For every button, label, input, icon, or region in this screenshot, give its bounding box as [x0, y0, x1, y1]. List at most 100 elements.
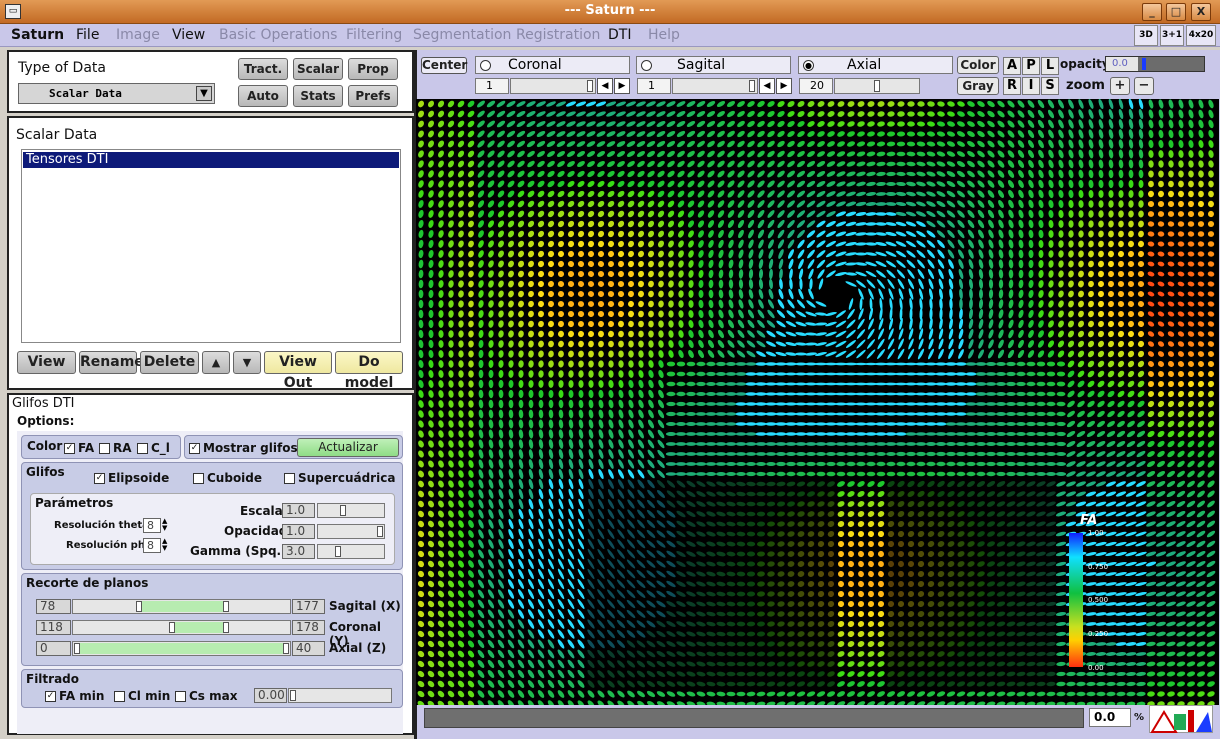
ra-checkbox[interactable]: RA	[99, 441, 132, 455]
escala-field[interactable]: 1.0	[282, 503, 315, 518]
sagital-min-field[interactable]: 78	[36, 599, 71, 614]
menu-help[interactable]: Help	[648, 27, 680, 43]
coronal-range-slider[interactable]	[72, 620, 291, 635]
center-button[interactable]: Center	[421, 57, 467, 74]
axial-max-field[interactable]: 40	[292, 641, 325, 656]
view-4x20-button[interactable]: 4x20	[1186, 25, 1216, 46]
color-button[interactable]: Color	[957, 56, 999, 74]
sagital-range-slider[interactable]	[72, 599, 291, 614]
axial-range-slider[interactable]	[72, 641, 291, 656]
coronal-min-field[interactable]: 118	[36, 620, 71, 635]
slider-thumb[interactable]	[377, 526, 383, 537]
axial-min-field[interactable]: 0	[36, 641, 71, 656]
filtrado-value-field[interactable]: 0.00	[254, 688, 287, 703]
delete-button[interactable]: Delete	[140, 351, 199, 374]
supercuadrica-checkbox[interactable]: Supercuádrica	[284, 471, 395, 485]
chevron-down-icon[interactable]: ▼	[196, 86, 212, 101]
slider-thumb[interactable]	[749, 80, 755, 92]
zoom-out-button[interactable]: −	[1134, 77, 1154, 95]
sagital-slice-field[interactable]: 1	[637, 78, 671, 94]
menu-segmentation[interactable]: Segmentation	[413, 27, 511, 43]
menu-file[interactable]: File	[76, 27, 99, 43]
superior-button[interactable]: S	[1041, 77, 1059, 95]
cs-max-checkbox[interactable]: Cs max	[175, 689, 237, 703]
fa-checkbox[interactable]: ✓ FA	[64, 441, 94, 455]
right-button[interactable]: R	[1003, 77, 1021, 95]
menu-saturn[interactable]: Saturn	[11, 27, 64, 43]
axial-slice-slider[interactable]	[834, 78, 920, 94]
fa-min-checkbox[interactable]: ✓ FA min	[45, 689, 104, 703]
coronal-next-icon[interactable]: ▶	[614, 78, 630, 94]
scalar-data-list[interactable]: Tensores DTI	[21, 149, 401, 343]
inferior-button[interactable]: I	[1022, 77, 1040, 95]
move-up-button[interactable]: ▲	[202, 351, 230, 374]
coronal-radio[interactable]: Coronal	[475, 56, 630, 74]
actualizar-button[interactable]: Actualizar	[297, 438, 399, 457]
menu-image[interactable]: Image	[116, 27, 160, 43]
zoom-in-button[interactable]: +	[1110, 77, 1130, 95]
cl-min-checkbox[interactable]: Cl min	[114, 689, 170, 703]
slider-thumb[interactable]	[169, 622, 175, 633]
slider-thumb[interactable]	[874, 80, 880, 92]
slider-thumb[interactable]	[1142, 58, 1146, 70]
menu-dti[interactable]: DTI	[608, 27, 631, 43]
escala-slider[interactable]	[317, 503, 385, 518]
slider-thumb[interactable]	[223, 622, 229, 633]
opacidad-field[interactable]: 1.0	[282, 524, 315, 539]
rename-button[interactable]: Rename	[79, 351, 144, 374]
posterior-button[interactable]: P	[1022, 57, 1040, 75]
axial-slice-field[interactable]: 20	[799, 78, 833, 94]
slider-thumb[interactable]	[136, 601, 142, 612]
gamma-slider[interactable]	[317, 544, 385, 559]
slider-thumb[interactable]	[335, 546, 341, 557]
move-down-button[interactable]: ▼	[233, 351, 261, 374]
gamma-field[interactable]: 3.0	[282, 544, 315, 559]
close-button[interactable]: X	[1191, 3, 1211, 21]
view-out-button[interactable]: View Out	[264, 351, 332, 391]
menu-filtering[interactable]: Filtering	[346, 27, 402, 43]
slider-thumb[interactable]	[290, 690, 296, 701]
left-button[interactable]: L	[1041, 57, 1059, 75]
coronal-max-field[interactable]: 178	[292, 620, 325, 635]
auto-button[interactable]: Auto	[238, 85, 288, 107]
slider-thumb[interactable]	[340, 505, 346, 516]
opacidad-slider[interactable]	[317, 524, 385, 539]
list-item[interactable]: Tensores DTI	[23, 152, 399, 168]
minimize-button[interactable]: _	[1142, 3, 1162, 21]
res-theta-spinner[interactable]: ▲ ▼	[162, 518, 172, 533]
type-of-data-select[interactable]: Scalar Data ▼	[18, 83, 215, 104]
res-phi-field[interactable]: 8	[143, 538, 161, 553]
maximize-button[interactable]: □	[1166, 3, 1186, 21]
dti-glyph-viewport[interactable]	[416, 99, 1219, 705]
sagital-slice-slider[interactable]	[672, 78, 758, 94]
view-3plus1-button[interactable]: 3+1	[1160, 25, 1184, 46]
sagital-prev-icon[interactable]: ◀	[759, 78, 775, 94]
scalar-button[interactable]: Scalar	[293, 58, 343, 80]
do-model-button[interactable]: Do model	[335, 351, 403, 391]
sagital-max-field[interactable]: 177	[292, 599, 325, 614]
tract-button[interactable]: Tract.	[238, 58, 288, 80]
coronal-slice-slider[interactable]	[510, 78, 596, 94]
filtrado-slider[interactable]	[288, 688, 392, 703]
slider-thumb[interactable]	[283, 643, 289, 654]
opacity-slider[interactable]: 0.0	[1105, 56, 1205, 72]
res-theta-field[interactable]: 8	[143, 518, 161, 533]
view-3d-button[interactable]: 3D	[1134, 25, 1158, 46]
coronal-prev-icon[interactable]: ◀	[597, 78, 613, 94]
cuboide-checkbox[interactable]: Cuboide	[193, 471, 262, 485]
mostrar-glifos-checkbox[interactable]: ✓ Mostrar glifos	[189, 441, 298, 455]
menu-basic-operations[interactable]: Basic Operations	[219, 27, 337, 43]
anterior-button[interactable]: A	[1003, 57, 1021, 75]
coronal-slice-field[interactable]: 1	[475, 78, 509, 94]
cl-checkbox[interactable]: C_l	[137, 441, 170, 455]
res-phi-spinner[interactable]: ▲ ▼	[162, 538, 172, 553]
menu-view[interactable]: View	[172, 27, 205, 43]
axial-radio[interactable]: ● Axial	[798, 56, 953, 74]
prefs-button[interactable]: Prefs	[348, 85, 398, 107]
sagital-next-icon[interactable]: ▶	[776, 78, 792, 94]
view-button[interactable]: View	[17, 351, 76, 374]
slider-thumb[interactable]	[74, 643, 80, 654]
prop-button[interactable]: Prop	[348, 58, 398, 80]
slider-thumb[interactable]	[587, 80, 593, 92]
slider-thumb[interactable]	[223, 601, 229, 612]
